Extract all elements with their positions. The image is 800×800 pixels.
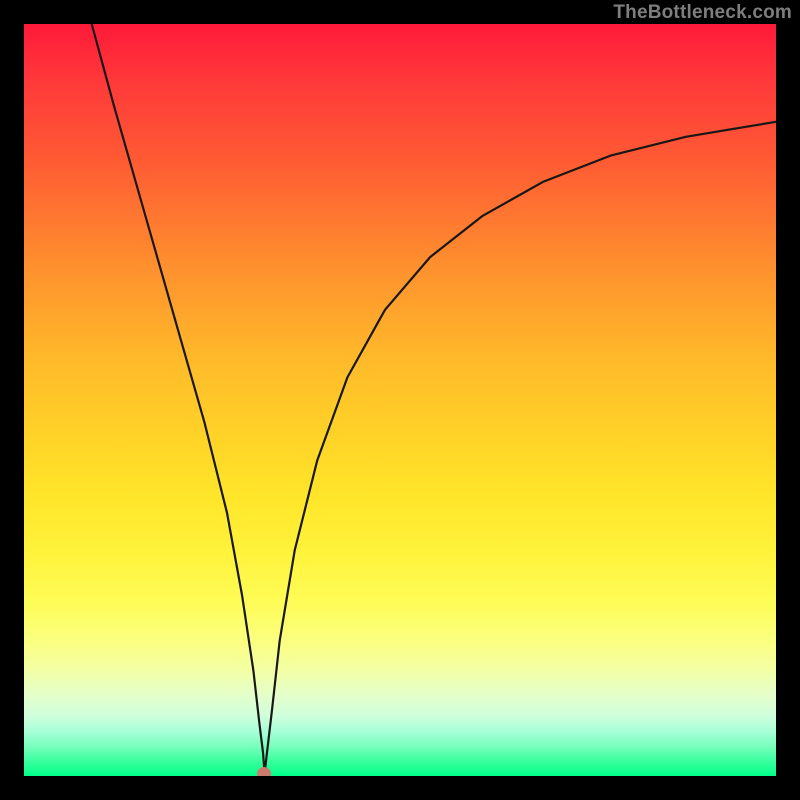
bottleneck-curve: [24, 24, 776, 776]
watermark-label: TheBottleneck.com: [613, 2, 792, 24]
chart-frame: TheBottleneck.com: [0, 0, 800, 800]
optimum-marker: [257, 767, 271, 776]
plot-area: [24, 24, 776, 776]
